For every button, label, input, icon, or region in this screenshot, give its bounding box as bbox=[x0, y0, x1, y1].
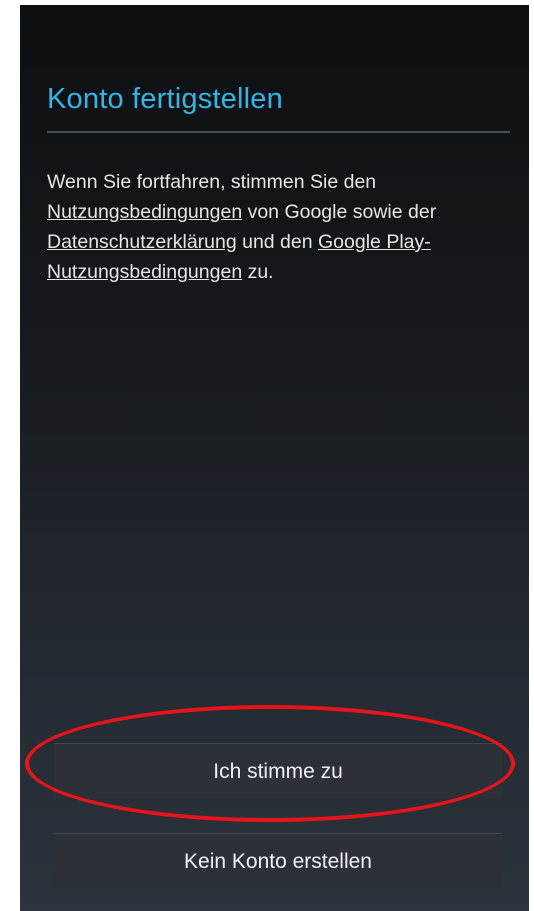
terms-text-part2: von Google sowie der bbox=[242, 201, 437, 223]
agree-button[interactable]: Ich stimme zu bbox=[54, 743, 502, 799]
title-divider bbox=[47, 131, 510, 133]
phone-screen: Konto fertigstellen Wenn Sie fortfahren,… bbox=[20, 5, 529, 911]
skip-account-button[interactable]: Kein Konto erstellen bbox=[54, 833, 502, 889]
dialog-title: Konto fertigstellen bbox=[47, 83, 283, 115]
terms-text: Wenn Sie fortfahren, stimmen Sie den Nut… bbox=[47, 167, 517, 287]
terms-text-part3: und den bbox=[236, 231, 319, 253]
privacy-policy-link[interactable]: Datenschutzerklärung bbox=[47, 231, 237, 253]
terms-of-service-link[interactable]: Nutzungsbedingungen bbox=[47, 201, 242, 223]
terms-text-part4: zu. bbox=[242, 261, 274, 283]
terms-text-part1: Wenn Sie fortfahren, stimmen Sie den bbox=[47, 171, 377, 193]
